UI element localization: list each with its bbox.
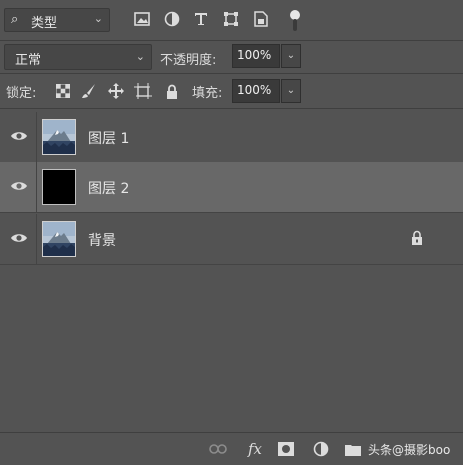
opacity-input[interactable]: 100%: [232, 44, 280, 68]
layer-row[interactable]: 图层 2: [0, 162, 463, 213]
lock-transparent-pixels-icon[interactable]: [54, 82, 72, 100]
lock-image-pixels-icon[interactable]: [80, 82, 98, 100]
layer-thumbnail: [42, 169, 76, 205]
layer-row[interactable]: 背景: [0, 214, 463, 265]
adjustment-filter-icon[interactable]: [162, 9, 182, 29]
lock-artboard-icon[interactable]: [134, 82, 152, 100]
add-mask-icon[interactable]: [276, 440, 296, 458]
search-icon: ⌕: [11, 12, 19, 27]
lock-all-icon[interactable]: [163, 82, 181, 100]
adjustment-layer-icon[interactable]: [311, 440, 331, 458]
filter-kind-label: 类型: [31, 16, 58, 31]
eye-icon[interactable]: [10, 129, 28, 143]
layer-thumbnail: [42, 119, 76, 155]
blend-mode-select[interactable]: 正常 ⌄: [4, 44, 152, 70]
blend-opacity-bar: 正常 ⌄ 不透明度: 100% ⌄: [0, 41, 463, 74]
layer-name: 图层 2: [88, 181, 130, 197]
lock-label: 锁定:: [6, 86, 37, 101]
fill-label: 填充:: [192, 86, 223, 101]
chevron-down-icon: ⌄: [93, 12, 103, 25]
divider: [36, 112, 37, 162]
layer-name: 背景: [88, 233, 116, 249]
fill-input[interactable]: 100%: [232, 79, 280, 103]
link-layers-icon[interactable]: [208, 440, 228, 458]
lock-bar: 锁定: 填充: 100% ⌄: [0, 74, 463, 109]
toggle-stem: [293, 19, 297, 31]
watermark-text: 头条@摄影boo: [368, 443, 451, 457]
new-group-folder-icon[interactable]: [343, 440, 363, 458]
filter-kind-select[interactable]: ⌕ 类型 ⌄: [4, 8, 110, 32]
divider: [36, 214, 37, 264]
filter-toggle-switch[interactable]: [290, 10, 300, 32]
shape-filter-icon[interactable]: [221, 9, 241, 29]
image-filter-icon[interactable]: [132, 9, 152, 29]
smart-object-filter-icon[interactable]: [251, 9, 271, 29]
layers-bottom-toolbar: fx 头条@摄影boo: [0, 432, 463, 465]
eye-icon[interactable]: [10, 231, 28, 245]
layer-row[interactable]: 图层 1: [0, 112, 463, 163]
fx-layer-style-button[interactable]: fx: [244, 440, 266, 458]
lock-position-icon[interactable]: [107, 82, 125, 100]
opacity-label: 不透明度:: [160, 53, 217, 68]
eye-icon[interactable]: [10, 179, 28, 193]
layer-thumbnail: [42, 221, 76, 257]
divider: [36, 162, 37, 212]
opacity-dropdown-button[interactable]: ⌄: [281, 44, 301, 68]
lock-icon: [412, 230, 422, 245]
layer-name: 图层 1: [88, 131, 130, 147]
blend-mode-label: 正常: [15, 53, 42, 68]
layer-filter-bar: ⌕ 类型 ⌄: [0, 0, 463, 41]
type-filter-icon[interactable]: [191, 9, 211, 29]
fill-dropdown-button[interactable]: ⌄: [281, 79, 301, 103]
chevron-down-icon: ⌄: [135, 50, 145, 63]
